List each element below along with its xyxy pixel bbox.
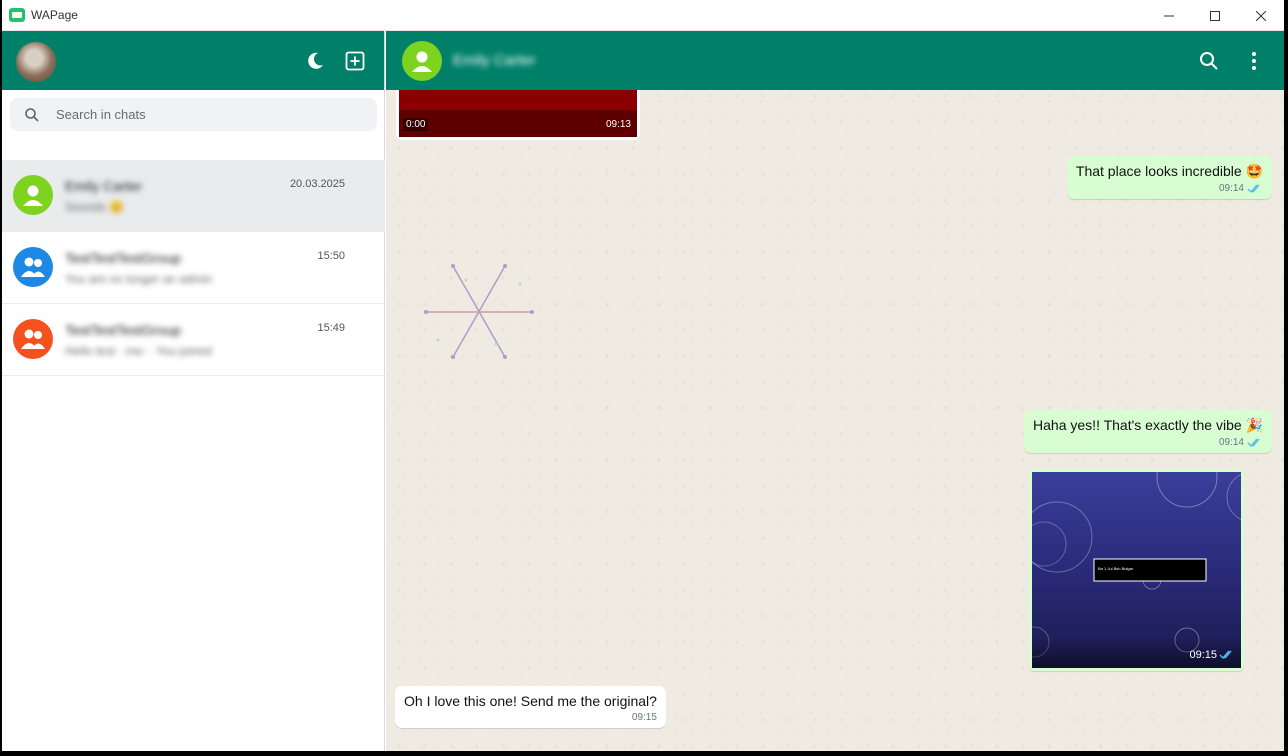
window-title: WAPage <box>31 8 78 22</box>
app-window: WAPage Search in chats Emily Carter Soun… <box>2 0 1284 751</box>
message-text: Oh I love this one! Send me the original… <box>404 693 657 709</box>
minimize-icon <box>1164 15 1174 16</box>
maximize-button[interactable] <box>1192 0 1238 31</box>
new-chat-icon <box>345 51 365 71</box>
conversation-panel: Emily Carter 0:00 09:13 That place looks… <box>386 31 1284 751</box>
search-chat-button[interactable] <box>1198 50 1220 72</box>
chat-preview: Sounds 😊 <box>65 200 124 214</box>
chat-preview: Hello test · me: · You joined <box>65 344 212 358</box>
message-text: That place looks incredible 🤩 <box>1075 163 1263 179</box>
chat-name: TestTestTestGroup <box>65 322 181 338</box>
video-thumbnail[interactable]: 0:00 09:13 <box>399 88 637 137</box>
close-button[interactable] <box>1238 0 1284 31</box>
group-avatar <box>13 319 53 359</box>
person-icon <box>23 185 43 206</box>
message-time: 09:14 <box>1218 183 1244 194</box>
message-meta: 09:15 <box>404 712 657 723</box>
read-ticks-icon <box>1219 650 1232 660</box>
app-logo-icon <box>9 8 25 22</box>
outgoing-message[interactable]: That place looks incredible 🤩 09:14 <box>1066 156 1272 199</box>
read-ticks-icon <box>1247 184 1260 193</box>
group-icon <box>21 257 45 277</box>
read-ticks-icon <box>1247 438 1260 447</box>
chat-list-item[interactable]: TestTestTestGroup Hello test · me: · You… <box>2 304 385 376</box>
video-message[interactable]: 0:00 09:13 <box>396 88 640 140</box>
message-time: 09:13 <box>605 119 631 130</box>
moon-icon <box>308 52 323 69</box>
chat-time: 15:49 <box>317 322 345 334</box>
dark-mode-toggle[interactable] <box>304 50 326 72</box>
message-list: 0:00 09:13 That place looks incredible 🤩… <box>386 88 1284 751</box>
contact-name[interactable]: Emily Carter <box>453 52 536 69</box>
sidebar-header <box>2 31 384 90</box>
message-time: 09:15 <box>1189 649 1217 661</box>
message-text: Haha yes!! That's exactly the vibe 🎉 <box>1033 417 1263 433</box>
incoming-message[interactable]: Oh I love this one! Send me the original… <box>395 686 666 728</box>
chat-preview: You are no longer an admin <box>65 272 212 286</box>
video-position: 0:00 <box>403 118 429 131</box>
search-input[interactable] <box>56 107 356 122</box>
chat-time: 15:50 <box>317 250 345 262</box>
chat-list: Emily Carter Sounds 😊 20.03.2025 TestTes… <box>2 160 385 376</box>
search-box[interactable] <box>10 98 377 131</box>
image-content[interactable]: Ba 1 Jul Bsh Bulgar 09:15 <box>1032 472 1241 668</box>
sticker-message[interactable] <box>418 262 536 362</box>
message-meta: 09:14 <box>1076 183 1263 194</box>
group-icon <box>21 329 45 349</box>
message-time: 09:14 <box>1218 437 1244 448</box>
window-controls <box>1146 0 1284 31</box>
chat-list-item[interactable]: Emily Carter Sounds 😊 20.03.2025 <box>2 160 385 232</box>
message-time: 09:15 <box>631 712 657 723</box>
close-icon <box>1256 10 1266 21</box>
title-bar: WAPage <box>2 0 1284 31</box>
maximize-icon <box>1210 10 1220 21</box>
search-icon <box>25 107 39 122</box>
conversation-header: Emily Carter <box>386 31 1284 90</box>
group-avatar <box>13 247 53 287</box>
new-chat-button[interactable] <box>344 50 366 72</box>
chat-name: TestTestTestGroup <box>65 250 181 266</box>
search-icon <box>1200 52 1218 70</box>
message-meta: 09:14 <box>1033 437 1263 448</box>
outgoing-message[interactable]: Haha yes!! That's exactly the vibe 🎉 09:… <box>1024 410 1272 453</box>
minimize-button[interactable] <box>1146 0 1192 31</box>
chat-time: 20.03.2025 <box>289 178 345 190</box>
contact-avatar <box>13 175 53 215</box>
image-caption-box: Ba 1 Jul Bsh Bulgar <box>1098 566 1134 571</box>
kebab-menu-icon <box>1252 52 1256 70</box>
my-profile-avatar[interactable] <box>16 42 56 82</box>
contact-avatar[interactable] <box>402 41 442 81</box>
chat-list-item[interactable]: TestTestTestGroup You are no longer an a… <box>2 232 385 304</box>
chat-sidebar: Emily Carter Sounds 😊 20.03.2025 TestTes… <box>2 31 385 751</box>
more-options-button[interactable] <box>1243 50 1265 72</box>
chat-name: Emily Carter <box>65 178 143 194</box>
person-icon <box>412 51 432 72</box>
image-message[interactable]: Ba 1 Jul Bsh Bulgar 09:15 <box>1029 469 1244 671</box>
